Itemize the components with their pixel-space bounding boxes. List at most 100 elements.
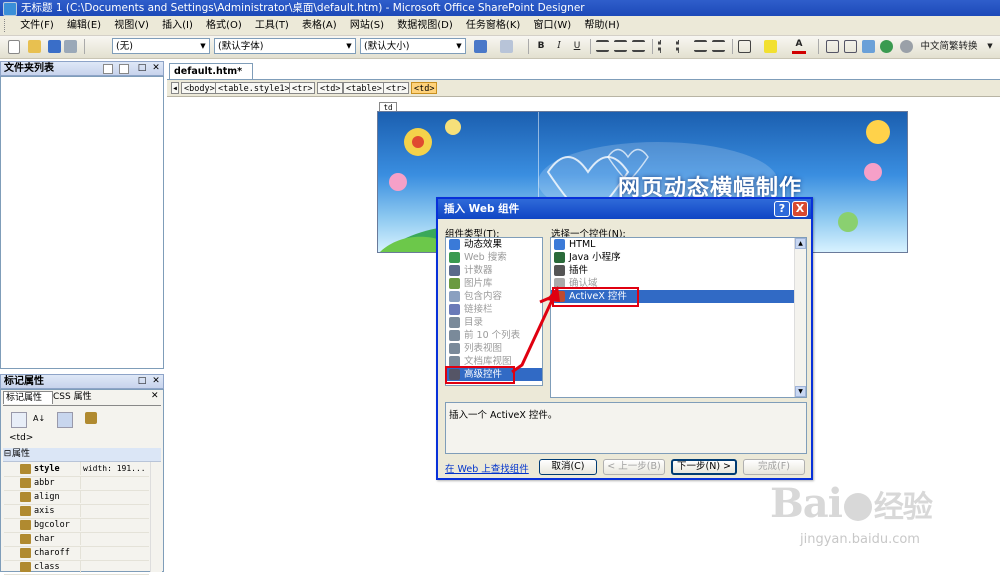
tag-scroll-left-icon[interactable]: ◀ bbox=[171, 82, 179, 94]
new-page-icon[interactable] bbox=[8, 40, 20, 54]
property-value[interactable] bbox=[80, 560, 153, 573]
menu-insert[interactable]: 插入(I) bbox=[157, 16, 198, 35]
highlight-icon[interactable] bbox=[764, 40, 777, 53]
convert-gear-icon[interactable] bbox=[900, 40, 913, 53]
property-row[interactable]: align bbox=[4, 490, 149, 505]
redo-icon[interactable] bbox=[500, 40, 513, 53]
italic-button[interactable]: I bbox=[552, 38, 566, 55]
tag-body[interactable]: <body> bbox=[181, 82, 218, 94]
menu-task-panes[interactable]: 任务窗格(K) bbox=[461, 16, 525, 35]
control-item[interactable]: 插件 bbox=[551, 264, 806, 277]
tag-table[interactable]: <table> bbox=[343, 82, 385, 94]
tag-tr-inner[interactable]: <tr> bbox=[383, 82, 410, 94]
tab-default-htm[interactable]: default.htm* bbox=[169, 63, 253, 79]
control-item[interactable]: HTML bbox=[551, 238, 806, 251]
menu-file[interactable]: 文件(F) bbox=[15, 16, 59, 35]
close-icon[interactable]: ✕ bbox=[151, 376, 161, 386]
next-button[interactable]: 下一步(N) > bbox=[671, 459, 737, 475]
tag-icon[interactable] bbox=[85, 412, 97, 424]
menu-help[interactable]: 帮助(H) bbox=[579, 16, 624, 35]
borders-icon[interactable] bbox=[738, 40, 751, 53]
underline-button[interactable]: U bbox=[570, 38, 584, 55]
tag-table-style1[interactable]: <table.style1> bbox=[215, 82, 293, 94]
chinese-conversion-button[interactable]: 中文简繁转换 bbox=[916, 38, 982, 55]
cancel-button[interactable]: 取消(C) bbox=[539, 459, 597, 475]
sort-az-icon[interactable]: A↓ bbox=[33, 412, 47, 426]
close-icon[interactable]: ✕ bbox=[151, 63, 161, 73]
property-row[interactable]: bgcolor bbox=[4, 518, 149, 533]
menu-site[interactable]: 网站(S) bbox=[345, 16, 389, 35]
help-button[interactable]: ? bbox=[774, 201, 790, 217]
font-combo[interactable]: (默认字体) ▼ bbox=[214, 38, 356, 54]
component-type-item[interactable]: Web 搜索 bbox=[446, 251, 542, 264]
menu-window[interactable]: 窗口(W) bbox=[528, 16, 576, 35]
categorized-view-icon[interactable] bbox=[11, 412, 27, 428]
page-icon[interactable] bbox=[119, 64, 129, 74]
menu-data-view[interactable]: 数据视图(D) bbox=[392, 16, 458, 35]
scroll-down-icon[interactable]: ▼ bbox=[795, 386, 806, 397]
property-value[interactable] bbox=[80, 518, 153, 531]
page-icon[interactable] bbox=[103, 64, 113, 74]
bulleted-list-icon[interactable] bbox=[676, 40, 692, 53]
undo-icon[interactable] bbox=[474, 40, 487, 53]
property-value[interactable] bbox=[80, 476, 153, 489]
maximize-icon[interactable]: □ bbox=[137, 63, 147, 73]
property-value[interactable]: width: 191... bbox=[80, 462, 153, 475]
folder-list-pane[interactable] bbox=[0, 76, 164, 369]
menubar-grip[interactable] bbox=[4, 19, 8, 32]
print-preview-icon[interactable] bbox=[64, 40, 77, 53]
menu-format[interactable]: 格式(O) bbox=[201, 16, 247, 35]
save-icon[interactable] bbox=[48, 40, 61, 53]
show-set-properties-icon[interactable] bbox=[57, 412, 73, 428]
open-folder-icon[interactable] bbox=[28, 40, 41, 53]
style-combo[interactable]: (无) ▼ bbox=[112, 38, 210, 54]
find-components-link[interactable]: 在 Web 上查找组件 bbox=[445, 461, 529, 475]
property-row[interactable]: abbr bbox=[4, 476, 149, 491]
numbered-list-icon[interactable] bbox=[658, 40, 674, 53]
control-item[interactable]: Java 小程序 bbox=[551, 251, 806, 264]
bold-button[interactable]: B bbox=[534, 38, 548, 55]
tag-tr[interactable]: <tr> bbox=[289, 82, 316, 94]
property-value[interactable] bbox=[80, 546, 153, 559]
menu-tools[interactable]: 工具(T) bbox=[250, 16, 294, 35]
dialog-title-bar[interactable]: 插入 Web 组件 bbox=[438, 199, 811, 219]
scroll-up-icon[interactable]: ▲ bbox=[795, 238, 806, 249]
attributes-section-header[interactable]: ⊟属性 bbox=[3, 448, 161, 462]
control-list-scrollbar[interactable]: ▲ ▼ bbox=[794, 238, 806, 397]
tab-css-properties[interactable]: CSS 属性 bbox=[53, 391, 101, 403]
property-row[interactable]: char bbox=[4, 532, 149, 547]
align-center-icon[interactable] bbox=[614, 40, 627, 52]
menu-edit[interactable]: 编辑(E) bbox=[62, 16, 106, 35]
control-list[interactable]: HTML Java 小程序 插件 确认域 ActiveX 控件 ▲ ▼ bbox=[550, 237, 807, 398]
property-value[interactable] bbox=[80, 532, 153, 545]
finish-button[interactable]: 完成(F) bbox=[743, 459, 805, 475]
close-button[interactable]: X bbox=[792, 201, 808, 217]
menu-table[interactable]: 表格(A) bbox=[297, 16, 342, 35]
property-value[interactable] bbox=[80, 490, 153, 503]
increase-indent-icon[interactable] bbox=[712, 40, 725, 52]
tag-td[interactable]: <td> bbox=[317, 82, 344, 94]
close-icon[interactable]: ✕ bbox=[151, 391, 159, 401]
menu-view[interactable]: 视图(V) bbox=[109, 16, 154, 35]
maximize-icon[interactable]: □ bbox=[137, 376, 147, 386]
font-size-combo[interactable]: (默认大小) ▼ bbox=[360, 38, 466, 54]
insert-layer-icon[interactable] bbox=[844, 40, 857, 53]
align-left-icon[interactable] bbox=[596, 40, 609, 52]
hyperlink-globe-icon[interactable] bbox=[880, 40, 893, 53]
insert-picture-icon[interactable] bbox=[862, 40, 875, 53]
property-row[interactable]: axis bbox=[4, 504, 149, 519]
decrease-indent-icon[interactable] bbox=[694, 40, 707, 52]
back-button[interactable]: < 上一步(B) bbox=[603, 459, 665, 475]
property-row[interactable]: charoff bbox=[4, 546, 149, 561]
insert-table-icon[interactable] bbox=[826, 40, 839, 53]
tag-td-inner[interactable]: <td> bbox=[411, 82, 438, 94]
component-type-item[interactable]: 动态效果 bbox=[446, 238, 542, 251]
property-row[interactable]: style width: 191... bbox=[4, 462, 149, 477]
align-right-icon[interactable] bbox=[632, 40, 645, 52]
property-value[interactable] bbox=[80, 504, 153, 517]
properties-scrollbar[interactable] bbox=[150, 462, 162, 572]
property-row[interactable]: class bbox=[4, 560, 149, 575]
font-color-button[interactable]: A bbox=[792, 38, 806, 54]
component-type-item[interactable]: 计数器 bbox=[446, 264, 542, 277]
tab-tag-properties[interactable]: 标记属性 bbox=[3, 391, 53, 404]
